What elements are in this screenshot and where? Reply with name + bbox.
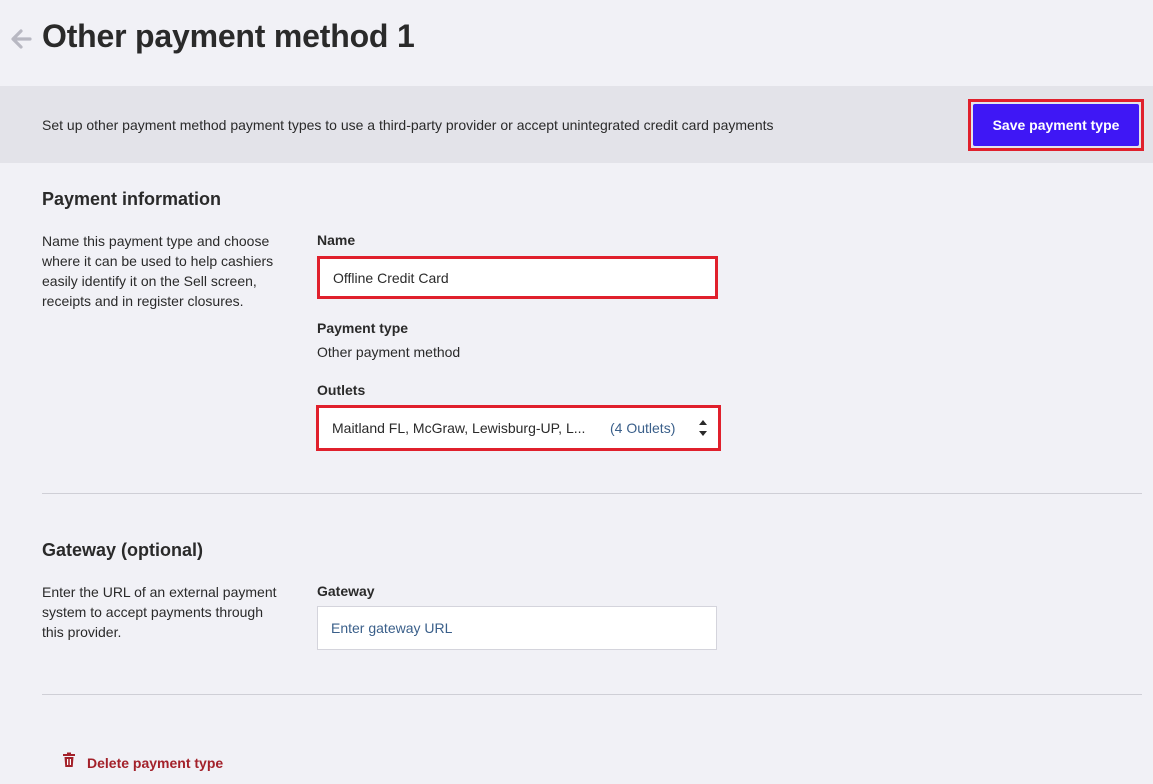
outlets-field-highlight: Maitland FL, McGraw, Lewisburg-UP, L... … bbox=[316, 405, 721, 451]
outlets-selected-value: Maitland FL, McGraw, Lewisburg-UP, L... bbox=[332, 420, 586, 436]
save-button-highlight: Save payment type bbox=[968, 99, 1144, 151]
banner-description: Set up other payment method payment type… bbox=[42, 117, 774, 133]
outlets-select[interactable]: Maitland FL, McGraw, Lewisburg-UP, L... … bbox=[319, 408, 718, 448]
gateway-url-input[interactable] bbox=[318, 607, 716, 649]
trash-icon bbox=[62, 752, 76, 773]
payment-information-heading: Payment information bbox=[42, 189, 222, 209]
gateway-field bbox=[317, 606, 717, 650]
payment-information-description: Name this payment type and choose where … bbox=[42, 233, 274, 309]
delete-payment-type-button[interactable]: Delete payment type bbox=[62, 752, 223, 773]
up-down-stepper-icon bbox=[698, 417, 708, 439]
name-field-highlight bbox=[317, 256, 718, 299]
page-title: Other payment method 1 bbox=[42, 18, 415, 54]
outlets-count: (4 Outlets) bbox=[610, 420, 676, 436]
name-input[interactable] bbox=[320, 259, 715, 296]
gateway-description: Enter the URL of an external payment sys… bbox=[42, 584, 277, 640]
payment-type-value: Other payment method bbox=[317, 344, 461, 360]
outlets-label: Outlets bbox=[317, 382, 366, 398]
save-payment-type-button[interactable]: Save payment type bbox=[973, 104, 1139, 146]
gateway-label: Gateway bbox=[317, 583, 375, 599]
back-arrow-icon[interactable] bbox=[8, 26, 34, 52]
name-label: Name bbox=[317, 232, 356, 248]
delete-payment-type-label: Delete payment type bbox=[87, 754, 224, 771]
section-divider bbox=[42, 694, 1142, 695]
gateway-heading: Gateway (optional) bbox=[42, 540, 204, 560]
section-divider bbox=[42, 493, 1142, 494]
payment-type-label: Payment type bbox=[317, 320, 409, 336]
